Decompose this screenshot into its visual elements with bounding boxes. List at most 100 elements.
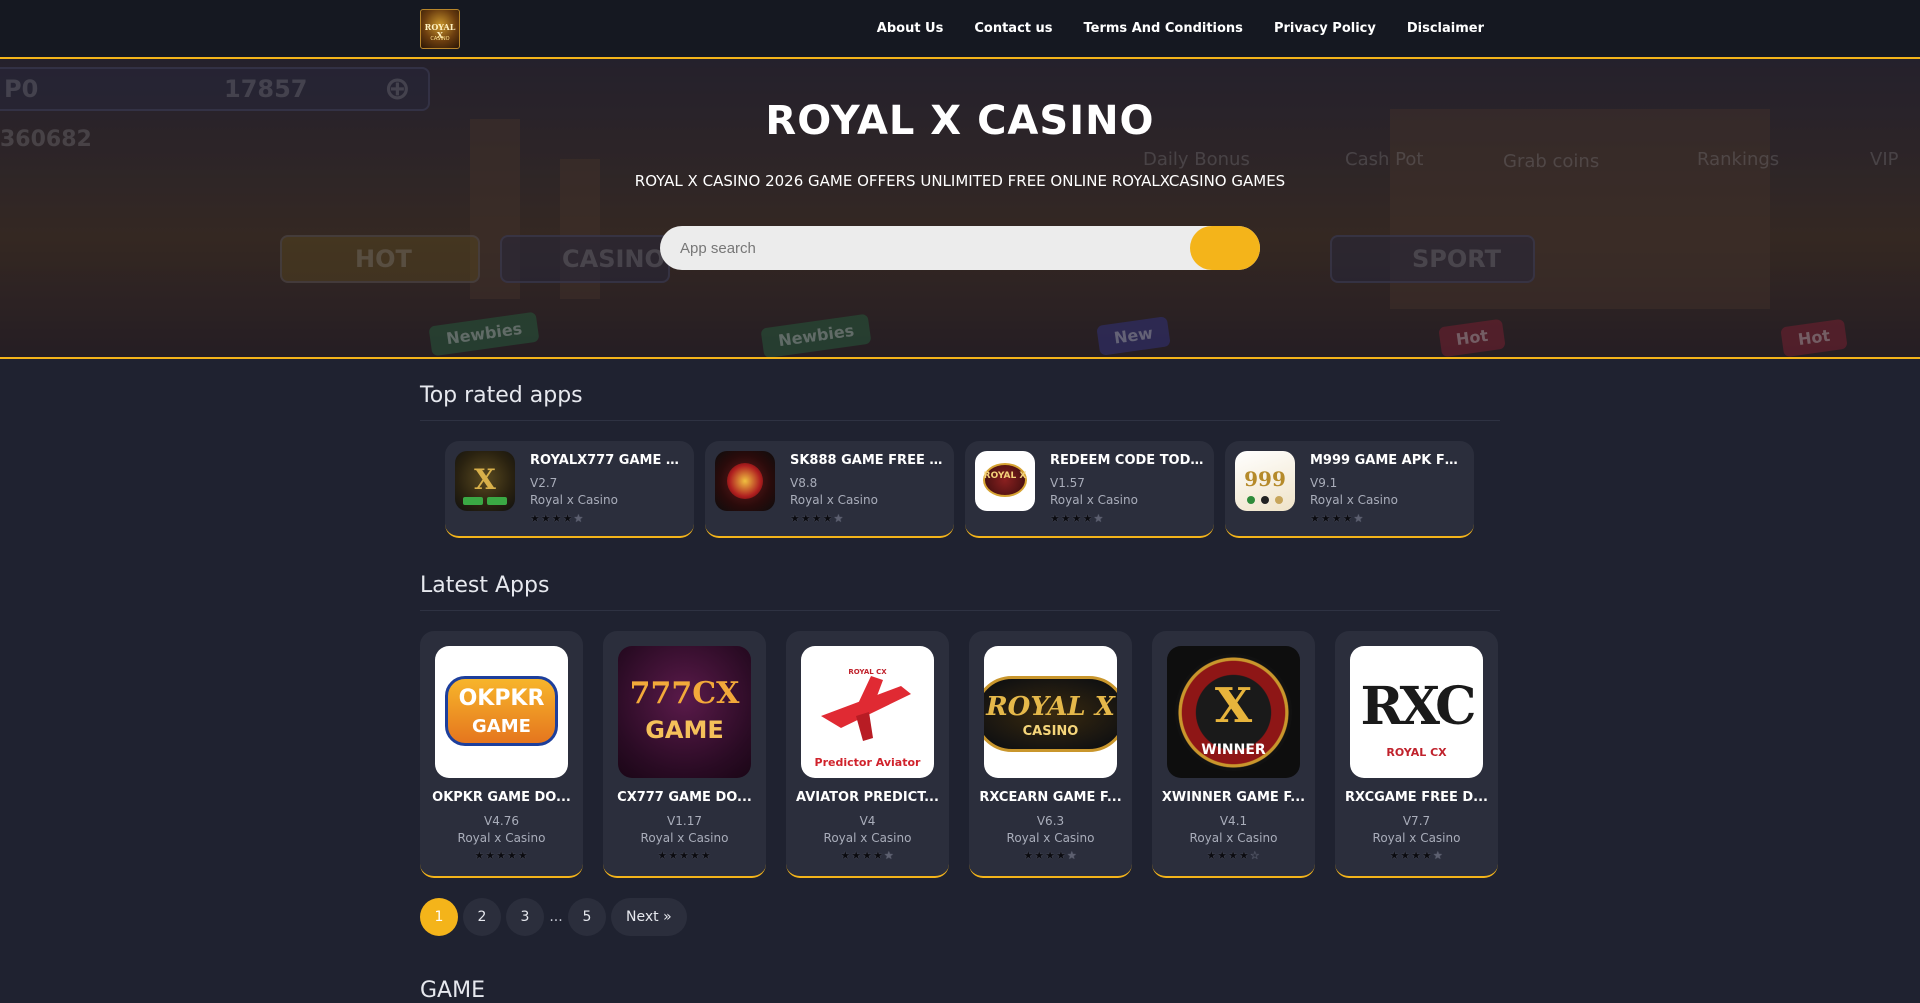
app-title: SK888 GAME FREE D... (790, 453, 945, 468)
top-app-card[interactable]: ROYAL X REDEEM CODE TODA... V1.57 Royal … (965, 441, 1214, 538)
nav-contact-us[interactable]: Contact us (974, 21, 1052, 36)
star-icon: ★ (700, 849, 712, 862)
app-developer: Royal x Casino (1372, 831, 1461, 845)
app-title: ROYALX777 GAME D... (530, 453, 685, 468)
nav-disclaimer[interactable]: Disclaimer (1407, 21, 1484, 36)
section-divider (420, 420, 1500, 421)
pagination-ellipsis: ... (549, 909, 563, 925)
star-icon: ★ (1400, 849, 1412, 862)
page-3-button[interactable]: 3 (506, 898, 544, 936)
latest-app-card[interactable]: RXC ROYAL CX RXCGAME FREE D... V7.7 Roya… (1335, 631, 1498, 878)
rating-stars: ★★★★★ (420, 849, 583, 862)
site-logo[interactable]: ROYAL X CASINO (420, 9, 460, 49)
star-icon: ★ (851, 849, 863, 862)
section-divider (420, 610, 1500, 611)
icon-casino-text: CASINO (1022, 724, 1079, 739)
star-icon: ★ (1432, 849, 1444, 862)
rating-stars: ★★★★★ (790, 512, 844, 525)
latest-app-card[interactable]: ROYAL CX Predictor Aviator AVIATOR PREDI… (786, 631, 949, 878)
star-icon: ★ (1238, 849, 1250, 862)
rating-stars: ★★★★★ (530, 512, 584, 525)
rating-stars: ★★★★★ (1335, 849, 1498, 862)
star-icon: ★ (1320, 512, 1332, 525)
star-icon: ★ (790, 512, 801, 525)
hero-title: ROYAL X CASINO (765, 98, 1155, 144)
hero-banner: P0 17857 ⊕ 360682 Daily Bonus Cash Pot G… (0, 59, 1920, 359)
star-icon: ☆ (1249, 849, 1261, 862)
star-icon: ★ (496, 849, 507, 862)
app-title: XWINNER GAME F... (1161, 790, 1306, 805)
app-version: V8.8 (790, 476, 818, 490)
app-title: RXCEARN GAME F... (979, 790, 1122, 805)
app-version: V1.17 (667, 814, 702, 828)
star-icon: ★ (1217, 849, 1229, 862)
pagination: 1 2 3 ... 5 Next » (420, 898, 687, 936)
latest-app-card[interactable]: OKPKR GAME OKPKR GAME DO... V4.76 Royal … (420, 631, 583, 878)
search-input[interactable] (660, 226, 1190, 270)
star-icon: ★ (1055, 849, 1067, 862)
star-icon: ★ (1034, 849, 1046, 862)
star-icon: ★ (657, 849, 669, 862)
rating-stars: ★★★★★ (786, 849, 949, 862)
page-5-button[interactable]: 5 (568, 898, 606, 936)
m999-icon: 999 (1235, 451, 1295, 511)
hero-subtitle: ROYAL X CASINO 2026 GAME OFFERS UNLIMITE… (634, 172, 1286, 190)
app-version: V7.7 (1402, 814, 1431, 828)
search-bar (660, 226, 1260, 270)
star-icon: ★ (1071, 512, 1083, 525)
app-developer: Royal x Casino (640, 831, 729, 845)
icon-dot (1247, 496, 1255, 504)
rating-stars: ★★★★★ (603, 849, 766, 862)
star-icon: ★ (540, 512, 552, 525)
star-icon: ★ (1421, 849, 1433, 862)
nav-about-us[interactable]: About Us (877, 21, 944, 36)
rating-stars: ★★★★★ (1050, 512, 1104, 525)
icon-dot (1261, 496, 1269, 504)
icon-badge (487, 497, 507, 505)
star-icon: ★ (1060, 512, 1072, 525)
top-app-card[interactable]: 999 M999 GAME APK FRE... V9.1 Royal x Ca… (1225, 441, 1474, 538)
star-icon: ★ (679, 849, 690, 862)
top-app-card[interactable]: SK888 GAME FREE D... V8.8 Royal x Casino… (705, 441, 954, 538)
next-page-button[interactable]: Next » (611, 898, 687, 936)
rating-stars: ★★★★★ (969, 849, 1132, 862)
nav-terms[interactable]: Terms And Conditions (1084, 21, 1243, 36)
app-developer: Royal x Casino (1006, 831, 1095, 845)
latest-app-card[interactable]: X WINNER XWINNER GAME F... V4.1 Royal x … (1152, 631, 1315, 878)
search-button[interactable] (1190, 226, 1260, 270)
star-icon: ★ (1342, 512, 1354, 525)
app-title: AVIATOR PREDICT... (796, 790, 939, 805)
icon-chip-shape (727, 463, 763, 499)
royalx-casino-icon: ROYAL X (975, 451, 1035, 511)
app-title: OKPKR GAME DO... (432, 790, 571, 805)
app-title: RXCGAME FREE D... (1345, 790, 1488, 805)
star-icon: ★ (562, 512, 574, 525)
icon-dot (1275, 496, 1283, 504)
latest-app-card[interactable]: 777CX GAME CX777 GAME DO... V1.17 Royal … (603, 631, 766, 878)
app-developer: Royal x Casino (1310, 493, 1398, 507)
star-icon: ★ (668, 849, 680, 862)
top-app-card[interactable]: X ROYALX777 GAME D... V2.7 Royal x Casin… (445, 441, 694, 538)
latest-app-card[interactable]: ROYAL X CASINO RXCEARN GAME F... V6.3 Ro… (969, 631, 1132, 878)
star-icon: ★ (517, 849, 529, 862)
star-icon: ★ (1093, 512, 1105, 525)
top-navbar: ROYAL X CASINO About Us Contact us Terms… (0, 0, 1920, 59)
star-icon: ★ (1023, 849, 1035, 862)
sk888-icon (715, 451, 775, 511)
star-icon: ★ (822, 512, 834, 525)
icon-x-glyph: X (474, 463, 496, 496)
app-version: V4.76 (484, 814, 519, 828)
nav-privacy-policy[interactable]: Privacy Policy (1274, 21, 1376, 36)
star-icon: ★ (689, 849, 701, 862)
page-2-button[interactable]: 2 (463, 898, 501, 936)
star-icon: ★ (1389, 849, 1401, 862)
app-version: V1.57 (1050, 476, 1085, 490)
star-icon: ★ (833, 512, 845, 525)
icon-game-text: GAME (472, 716, 531, 737)
app-title: REDEEM CODE TODA... (1050, 453, 1205, 468)
app-developer: Royal x Casino (1189, 831, 1278, 845)
app-version: V9.1 (1310, 476, 1338, 490)
rxcgame-icon: RXC ROYAL CX (1350, 646, 1483, 778)
page-1-button[interactable]: 1 (420, 898, 458, 936)
app-title: M999 GAME APK FRE... (1310, 453, 1465, 468)
